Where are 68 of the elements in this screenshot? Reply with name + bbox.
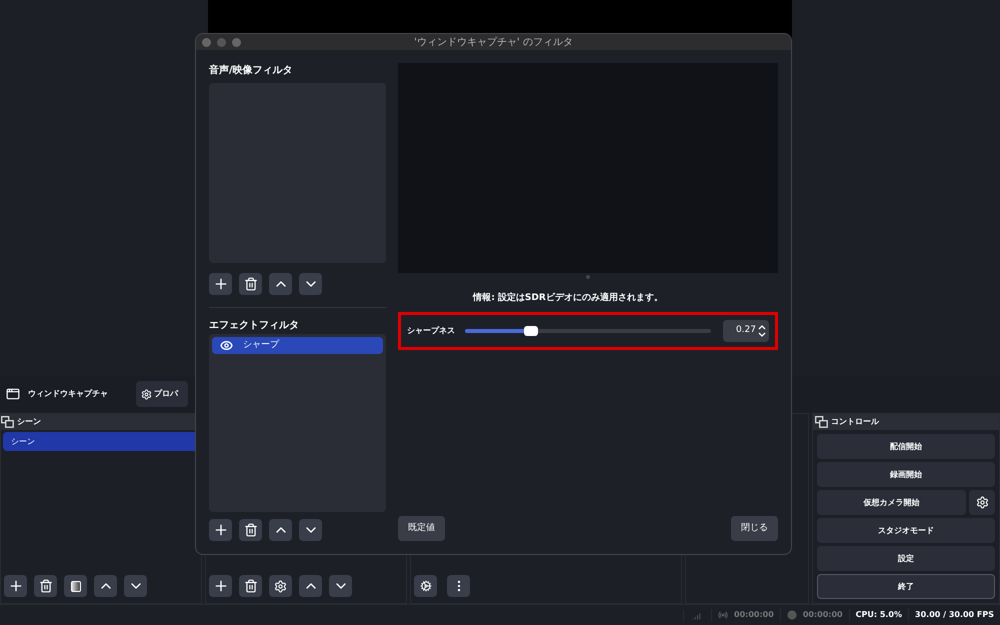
close-window-button[interactable] [202,38,211,46]
cpu-usage: CPU: 5.0% [848,609,908,621]
delete-button[interactable] [34,575,57,597]
spin-value: 0.27 [736,324,756,337]
control-button[interactable]: 仮想カメラ開始 [817,490,966,515]
record-time: 00:00:00 [802,609,843,621]
move-down-button[interactable] [299,273,322,295]
delete-button[interactable] [239,519,262,541]
add-button[interactable] [4,575,27,597]
source-name: ウィンドウキャプチャ [28,388,109,400]
filter-button[interactable] [64,575,87,597]
control-button[interactable]: 終了 [817,574,995,599]
window-title: 'ウィンドウキャプチャ' のフィルタ [414,36,573,50]
advanced-settings-button[interactable] [414,575,437,597]
trash-icon [38,579,52,593]
filter-icon [70,580,80,592]
record-icon [786,610,797,620]
move-down-button[interactable] [124,575,147,597]
panel-title: コントロール [831,416,879,428]
slider-thumb[interactable] [524,326,538,336]
move-up-button[interactable] [269,519,292,541]
window-icon [6,387,20,401]
gear-icon [274,580,287,592]
move-up-button[interactable] [269,273,292,295]
move-down-button[interactable] [329,575,352,597]
setting-label: シャープネス [407,324,456,336]
trash-icon [244,523,258,537]
control-button[interactable]: 録画開始 [817,462,995,487]
filter-name: シャープ [243,338,279,352]
defaults-button[interactable]: 既定値 [398,516,445,541]
section-title: エフェクトフィルタ [209,319,300,333]
control-button[interactable]: 配信開始 [817,434,995,459]
settings-button[interactable] [269,575,292,597]
gear-icon [141,388,152,400]
spin-arrows-icon[interactable] [758,324,766,338]
filter-item[interactable]: シャープ [212,337,383,354]
control-button[interactable]: 設定 [817,546,995,571]
plus-icon [212,276,228,292]
trash-icon [244,579,258,593]
panel-title: シーン [17,416,41,428]
section-title: 音声/映像フィルタ [209,63,294,78]
stream-icon [718,610,728,620]
settings-button[interactable] [969,490,995,515]
plus-icon [8,578,24,594]
add-button[interactable] [209,273,232,295]
add-button[interactable] [209,575,232,597]
trash-icon [244,277,258,291]
info-text: 情報: 設定はSDRビデオにのみ適用されます。 [472,292,664,305]
delete-button[interactable] [239,273,262,295]
stream-time: 00:00:00 [734,609,774,621]
control-button[interactable]: スタジオモード [817,518,995,543]
add-button[interactable] [209,519,232,541]
more-button[interactable] [447,575,470,597]
resize-handle[interactable] [586,275,590,279]
spin-box[interactable]: 0.27 [723,320,769,342]
gear-icon [976,496,988,509]
move-up-button[interactable] [299,575,322,597]
fps-readout: 30.00 / 30.00 FPS [908,609,1000,621]
delete-button[interactable] [239,575,262,597]
zoom-window-button[interactable] [232,38,241,46]
eye-icon[interactable] [220,339,233,352]
move-up-button[interactable] [94,575,117,597]
close-button[interactable]: 閉じる [731,516,778,541]
plus-icon [212,522,228,538]
properties-button[interactable]: プロパ [136,381,188,407]
plus-icon [212,578,228,594]
move-down-button[interactable] [299,519,322,541]
gear-icon [420,580,432,592]
